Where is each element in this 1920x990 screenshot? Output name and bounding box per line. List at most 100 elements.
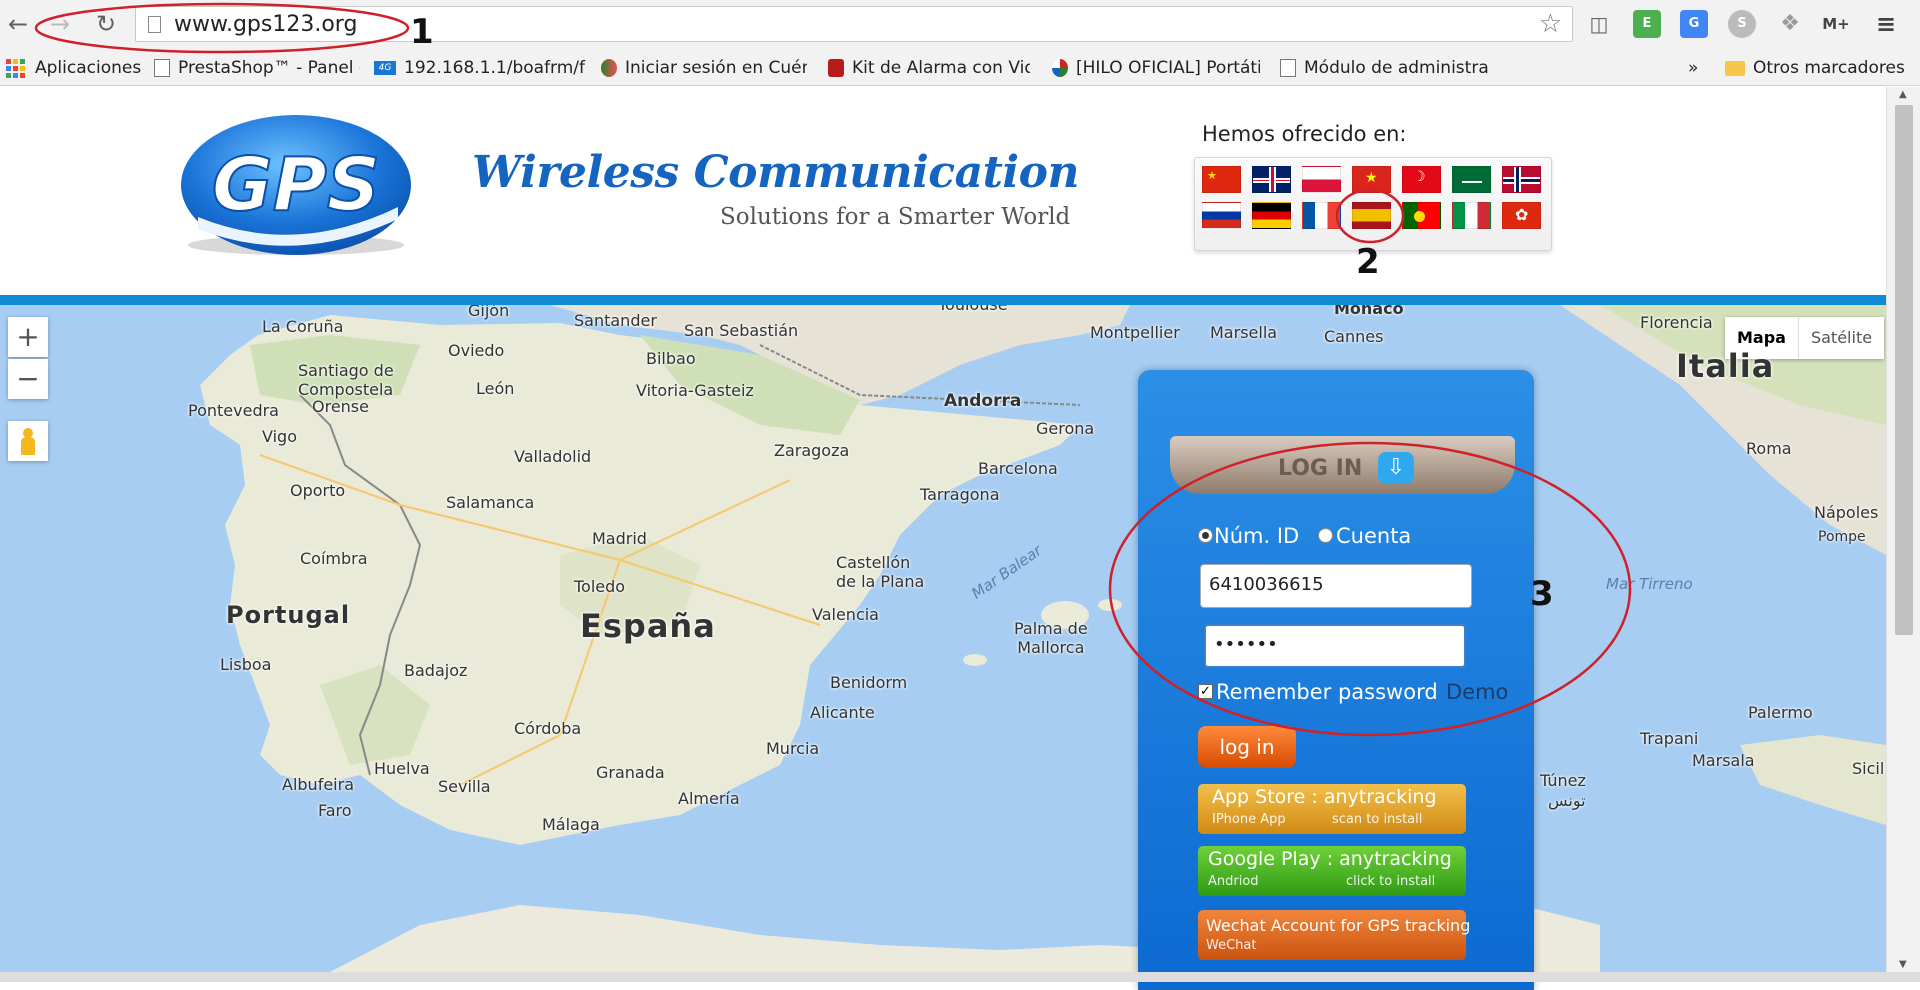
map-label: León <box>476 379 515 398</box>
map-label: Almería <box>678 789 740 808</box>
norway-flag-icon[interactable] <box>1502 166 1541 193</box>
map-label: San Sebastián <box>684 321 799 340</box>
hong-kong-flag-icon[interactable]: ✿ <box>1502 202 1541 229</box>
map-label: Mónaco <box>1334 305 1404 318</box>
login-button[interactable]: log in <box>1198 726 1296 768</box>
map-label: Orense <box>312 397 369 416</box>
map-label: Granada <box>596 763 665 782</box>
translate-icon[interactable]: G <box>1680 10 1708 38</box>
vietnam-flag-icon[interactable]: ★ <box>1352 166 1391 193</box>
reload-icon[interactable]: ↻ <box>92 10 120 38</box>
app-store-sub: IPhone App <box>1212 812 1286 827</box>
id-input[interactable]: 6410036615 <box>1200 564 1472 608</box>
map-label: Pontevedra <box>188 401 279 420</box>
wechat-button[interactable]: Wechat Account for GPS tracking WeChat <box>1198 910 1470 960</box>
street-view-pegman-icon[interactable] <box>8 421 48 461</box>
flag-icon <box>601 59 617 77</box>
annotation-number-1: 1 <box>410 12 434 52</box>
bookmark-router[interactable]: 4G 192.168.1.1/boafrm/fc <box>374 54 586 82</box>
saudi-arabia-flag-icon[interactable] <box>1452 166 1491 193</box>
web-page: GPS Wireless Communication Solutions for… <box>0 87 1886 972</box>
map-label: Alicante <box>810 703 875 722</box>
page-scrollbar[interactable]: ▲ ▼ <box>1886 87 1920 972</box>
portugal-flag-icon[interactable] <box>1402 202 1441 229</box>
google-play-sub: Andriod <box>1208 874 1259 889</box>
skype-icon[interactable]: S <box>1728 10 1756 38</box>
map-label: Montpellier <box>1090 323 1180 342</box>
france-flag-icon[interactable] <box>1302 202 1341 229</box>
url-text[interactable]: www.gps123.org <box>174 12 357 37</box>
russia-flag-icon[interactable] <box>1202 202 1241 229</box>
bookmark-modulo[interactable]: Módulo de administra <box>1280 54 1490 82</box>
bookmark-star-icon[interactable]: ☆ <box>1539 9 1562 39</box>
other-bookmarks-folder[interactable]: Otros marcadores <box>1725 54 1920 82</box>
bookmark-label: PrestaShop™ - Panel c <box>178 58 360 78</box>
map-label: Palma de Mallorca <box>1014 619 1088 657</box>
map-label: Pompe <box>1818 529 1866 545</box>
forward-arrow-icon[interactable]: → <box>46 10 74 38</box>
spain-flag-icon[interactable] <box>1352 202 1391 229</box>
language-heading: Hemos ofrecido en: <box>1202 122 1407 146</box>
menu-icon[interactable]: ≡ <box>1872 10 1900 38</box>
map-label: Madrid <box>592 529 647 548</box>
bookmarks-bar: Aplicaciones PrestaShop™ - Panel c 4G 192… <box>0 50 1920 86</box>
evernote-icon[interactable]: E <box>1633 10 1661 38</box>
bookmark-cuenta[interactable]: Iniciar sesión en Cuén <box>601 54 807 82</box>
remember-checkbox[interactable]: ✓ <box>1198 684 1213 699</box>
down-arrow-icon[interactable]: ⇩ <box>1378 452 1414 484</box>
app-store-button[interactable]: App Store : anytracking IPhone App scan … <box>1198 784 1466 834</box>
uk-flag-icon[interactable] <box>1252 166 1291 193</box>
google-play-title: Google Play : anytracking <box>1208 848 1452 870</box>
bookmark-apps[interactable]: Aplicaciones <box>6 54 146 82</box>
google-play-button[interactable]: Google Play : anytracking Andriod click … <box>1198 846 1466 896</box>
map-label: Trapani <box>1640 729 1699 748</box>
folder-icon <box>1725 60 1745 76</box>
bookmark-label: Otros marcadores <box>1753 58 1905 78</box>
map-view[interactable]: + − Mapa Satélite La Coruña Gijón Santan… <box>0 305 1886 972</box>
map-label: Sicil <box>1852 759 1885 778</box>
map-label: Toulouse <box>938 305 1008 314</box>
radio-id-label: Núm. ID <box>1214 524 1300 548</box>
google-play-sub2: click to install <box>1346 874 1436 889</box>
bookmark-alarma[interactable]: Kit de Alarma con Vid <box>828 54 1030 82</box>
logo-text: GPS <box>212 142 380 228</box>
map-label: Gijón <box>468 305 510 320</box>
map-label: Oviedo <box>448 341 505 360</box>
map-label: Andorra <box>944 391 1022 411</box>
scroll-thumb[interactable] <box>1895 105 1913 635</box>
bookmark-prestashop[interactable]: PrestaShop™ - Panel c <box>154 54 360 82</box>
app-store-title: App Store : anytracking <box>1212 786 1437 808</box>
bookmark-label: Iniciar sesión en Cuén <box>625 58 807 78</box>
radio-account[interactable] <box>1318 528 1333 543</box>
bookmark-hilo[interactable]: [HILO OFICIAL] Portáti <box>1052 54 1260 82</box>
annotation-number-2: 2 <box>1356 242 1380 282</box>
map-label: Benidorm <box>830 673 908 692</box>
map-label: Badajoz <box>404 661 468 680</box>
scroll-down-icon[interactable]: ▼ <box>1899 959 1907 970</box>
zoom-out-button[interactable]: − <box>8 359 48 399</box>
cast-icon[interactable]: ◫ <box>1585 10 1613 38</box>
window-bottom-edge <box>0 972 1920 982</box>
zoom-in-button[interactable]: + <box>8 317 48 357</box>
dropbox-icon[interactable]: ❖ <box>1776 10 1804 38</box>
map-type-satellite-button[interactable]: Satélite <box>1797 317 1884 359</box>
scroll-up-icon[interactable]: ▲ <box>1899 89 1907 100</box>
address-bar[interactable]: www.gps123.org ☆ <box>135 6 1573 42</box>
map-label: Málaga <box>542 815 600 834</box>
back-arrow-icon[interactable]: ← <box>4 10 32 38</box>
italy-flag-icon[interactable] <box>1452 202 1491 229</box>
china-flag-icon[interactable]: ★ <box>1202 166 1241 193</box>
map-label: Mar Tirreno <box>1606 575 1693 593</box>
password-input[interactable]: •••••• <box>1204 624 1466 668</box>
radio-id[interactable] <box>1198 528 1213 543</box>
more-bookmarks-button[interactable]: » <box>1688 54 1708 82</box>
map-label: Huelva <box>374 759 430 778</box>
poland-flag-icon[interactable] <box>1302 166 1341 193</box>
map-label: Marsala <box>1692 751 1755 770</box>
turkey-flag-icon[interactable]: ☽ <box>1402 166 1441 193</box>
map-label: Nápoles <box>1814 503 1879 522</box>
map-label: Valladolid <box>514 447 592 466</box>
demo-link[interactable]: Demo <box>1446 680 1508 704</box>
movistar-icon[interactable]: M+ <box>1822 10 1850 38</box>
germany-flag-icon[interactable] <box>1252 202 1291 229</box>
